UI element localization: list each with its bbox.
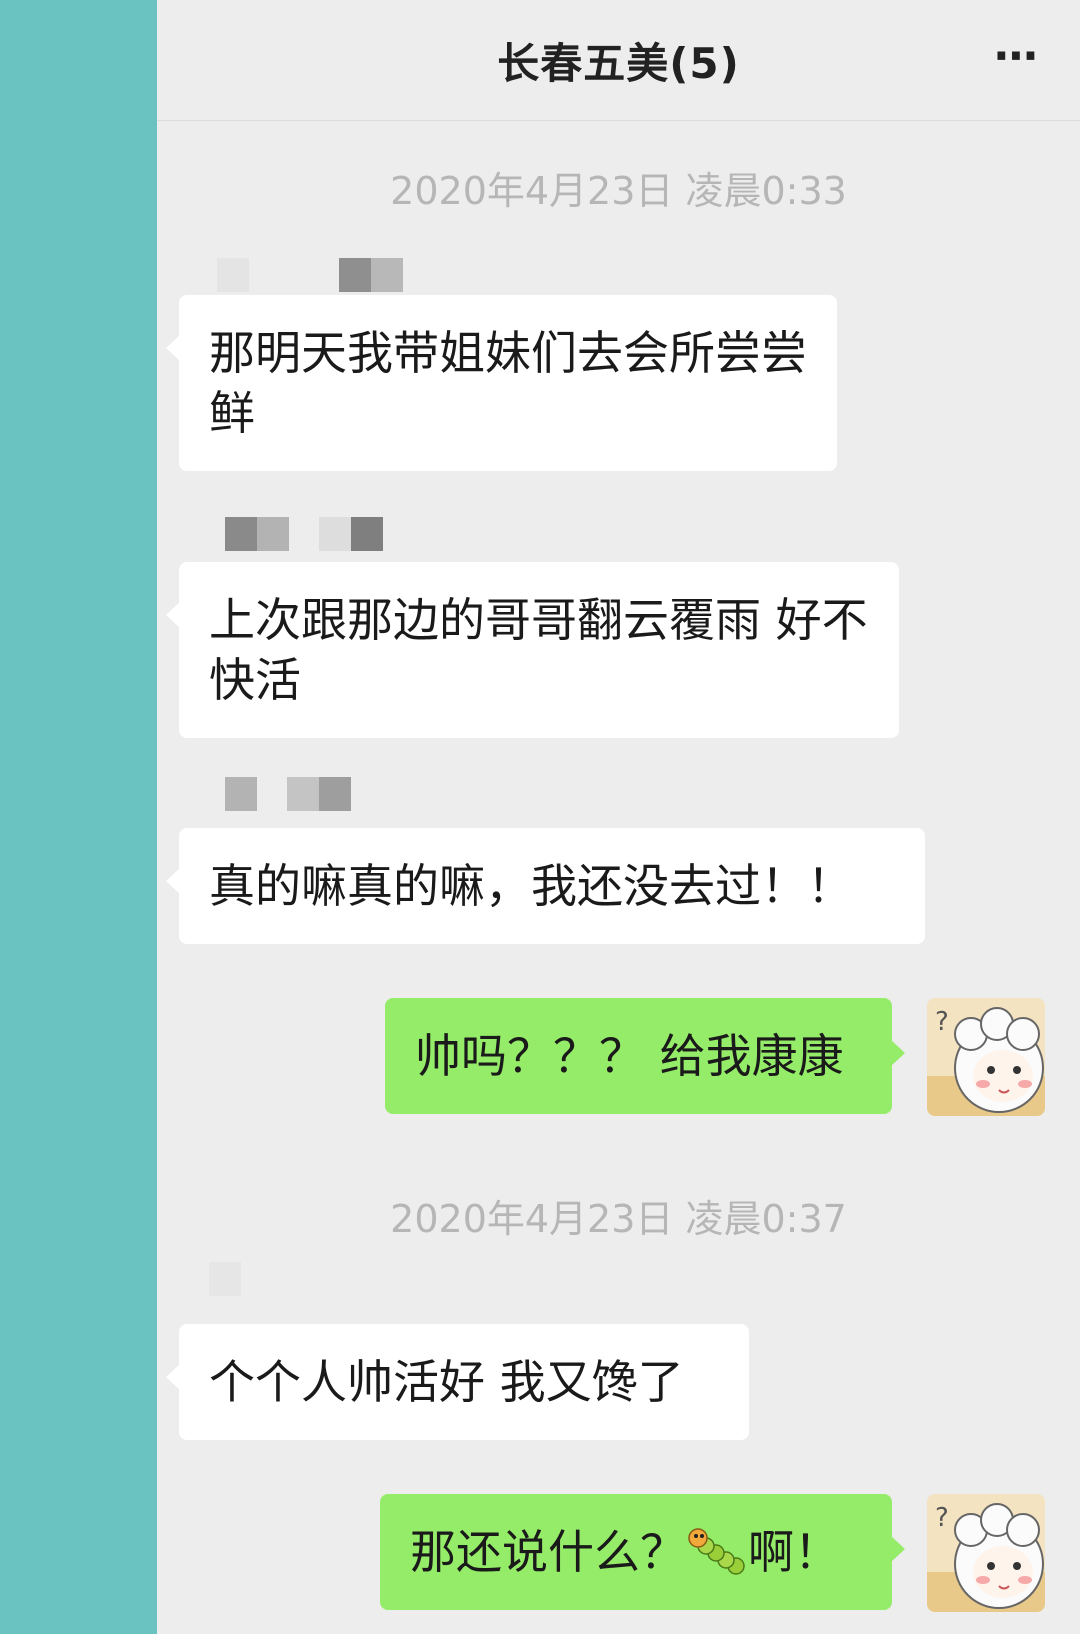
more-icon[interactable]: ⋯ <box>994 30 1040 84</box>
timestamp: 2020年4月23日 凌晨0:37 <box>390 1197 847 1241</box>
chat-window: 长春五美(5) ⋯ 2020年4月23日 凌晨0:33 那明天我带姐妹们去会所尝… <box>157 0 1080 1634</box>
svg-text:?: ? <box>935 1503 949 1533</box>
chat-header: 长春五美(5) ⋯ <box>157 0 1080 121</box>
left-side-panel <box>0 0 157 1634</box>
message-bubble-incoming[interactable]: 上次跟那边的哥哥翻云覆雨 好不快活 <box>166 562 899 738</box>
message-text: 那还说什么？ <box>410 1525 686 1579</box>
caterpillar-emoji <box>688 1526 746 1576</box>
message-bubble-incoming[interactable]: 真的嘛真的嘛，我还没去过！！ <box>166 828 925 944</box>
lamb-cartoon-avatar[interactable]: ? <box>927 1494 1045 1612</box>
message-bubble-incoming[interactable]: 个个人帅活好 我又馋了 <box>166 1324 749 1440</box>
message-text: 啊！ <box>748 1525 840 1579</box>
timestamp: 2020年4月23日 凌晨0:33 <box>390 169 847 213</box>
message-bubble-incoming[interactable]: 那明天我带姐妹们去会所尝尝鲜 <box>166 295 837 471</box>
chat-title: 长春五美(5) <box>497 39 740 88</box>
message-bubble-outgoing[interactable]: 帅吗？？？ 给我康康 <box>385 998 905 1114</box>
svg-text:?: ? <box>935 1007 949 1037</box>
lamb-cartoon-avatar[interactable]: ? <box>927 998 1045 1116</box>
message-bubble-outgoing[interactable]: 那还说什么？ 啊！ <box>380 1494 905 1610</box>
